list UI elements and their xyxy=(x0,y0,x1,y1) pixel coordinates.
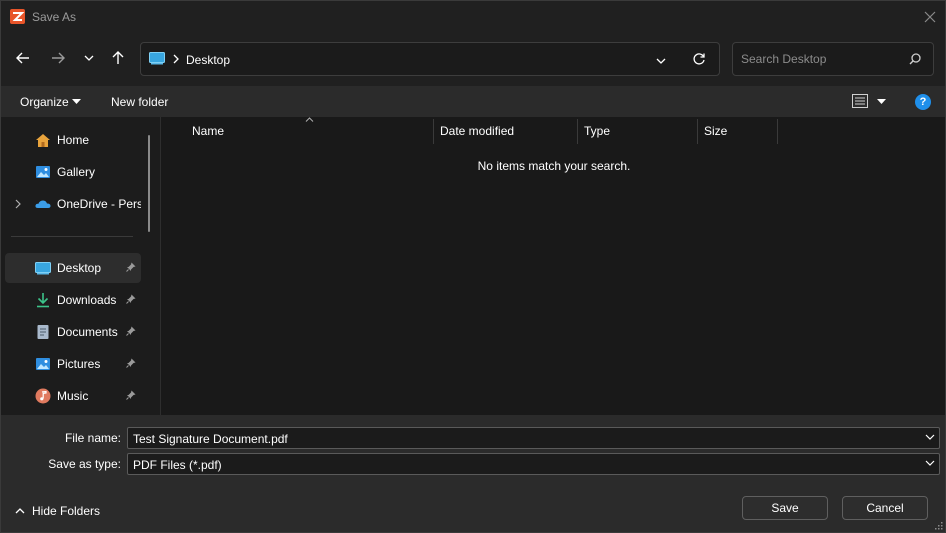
column-header-size[interactable]: Size xyxy=(704,124,727,138)
save-options-panel: File name: Test Signature Document.pdf S… xyxy=(1,415,945,532)
address-location: Desktop xyxy=(186,53,231,67)
title-bar: Save As xyxy=(1,1,945,32)
view-options-icon[interactable] xyxy=(852,94,868,108)
chevron-down-icon xyxy=(84,55,94,61)
navigation-pane: Home Gallery OneDrive - Personal Desktop… xyxy=(1,117,160,415)
gallery-icon xyxy=(36,166,50,178)
chevron-right-icon xyxy=(173,54,179,64)
arrow-up-icon xyxy=(112,51,124,64)
sidebar-item-label: Music xyxy=(57,389,89,403)
sidebar-item-label: OneDrive - Personal xyxy=(57,197,141,211)
save-button[interactable]: Save xyxy=(742,496,828,520)
caret-down-icon[interactable] xyxy=(72,99,81,104)
window-title: Save As xyxy=(32,10,77,24)
new-folder-button[interactable]: New folder xyxy=(111,95,168,109)
column-header-type[interactable]: Type xyxy=(584,124,610,138)
save-as-dialog: Save As Desktop Search Desktop Organize … xyxy=(0,0,946,533)
file-list: Name Date modified Type Size No items ma… xyxy=(161,117,945,415)
sidebar-item-label: Gallery xyxy=(57,165,96,179)
save-as-type-value: PDF Files (*.pdf) xyxy=(133,458,222,472)
arrow-left-icon xyxy=(16,52,29,64)
back-button[interactable] xyxy=(11,46,35,70)
sidebar-item-documents[interactable]: Documents xyxy=(5,317,141,347)
search-box[interactable] xyxy=(732,42,934,76)
pin-icon[interactable] xyxy=(126,358,136,368)
pin-icon[interactable] xyxy=(126,294,136,304)
downloads-icon xyxy=(37,293,49,308)
hide-folders-button[interactable]: Hide Folders xyxy=(32,504,100,518)
resize-grip-icon[interactable] xyxy=(935,522,943,530)
navigation-bar: Desktop xyxy=(1,32,945,86)
cancel-button[interactable]: Cancel xyxy=(842,496,928,520)
close-button[interactable] xyxy=(915,1,945,32)
empty-list-message: No items match your search. xyxy=(477,159,631,173)
search-icon[interactable] xyxy=(909,53,921,65)
documents-icon xyxy=(37,325,49,339)
column-header-name[interactable]: Name xyxy=(192,124,224,138)
pin-icon[interactable] xyxy=(126,326,136,336)
help-button[interactable]: ? xyxy=(915,94,931,110)
pin-icon[interactable] xyxy=(126,390,136,400)
file-name-label: File name: xyxy=(64,431,121,445)
column-header-date-modified[interactable]: Date modified xyxy=(440,124,514,138)
desktop-icon xyxy=(35,262,51,275)
forward-button[interactable] xyxy=(46,46,70,70)
sidebar-item-pictures[interactable]: Pictures xyxy=(5,349,141,379)
refresh-icon[interactable] xyxy=(692,52,706,66)
sidebar-item-music[interactable]: Music xyxy=(5,381,141,411)
music-icon xyxy=(35,388,51,404)
onedrive-icon xyxy=(35,200,51,208)
file-name-field[interactable]: Test Signature Document.pdf xyxy=(127,427,940,449)
app-icon xyxy=(10,9,25,24)
pin-icon[interactable] xyxy=(126,262,136,272)
sidebar-item-home[interactable]: Home xyxy=(5,125,141,155)
column-separator[interactable] xyxy=(777,119,778,144)
chevron-right-icon[interactable] xyxy=(15,199,21,209)
caret-down-icon[interactable] xyxy=(877,99,886,104)
file-name-value: Test Signature Document.pdf xyxy=(133,432,288,446)
sidebar-item-onedrive[interactable]: OneDrive - Personal xyxy=(5,189,141,219)
sidebar-item-label: Home xyxy=(57,133,90,147)
sidebar-divider xyxy=(11,236,133,237)
chevron-down-icon[interactable] xyxy=(925,434,935,440)
sidebar-item-desktop[interactable]: Desktop xyxy=(5,253,141,283)
arrow-right-icon xyxy=(52,52,65,64)
column-separator[interactable] xyxy=(433,119,434,144)
search-input[interactable] xyxy=(741,52,901,66)
up-button[interactable] xyxy=(106,46,130,70)
organize-button[interactable]: Organize xyxy=(20,95,69,109)
home-icon xyxy=(36,134,50,147)
column-separator[interactable] xyxy=(697,119,698,144)
chevron-down-icon[interactable] xyxy=(925,460,935,466)
sidebar-scrollbar[interactable] xyxy=(148,135,150,232)
desktop-icon xyxy=(149,52,165,65)
close-icon xyxy=(924,11,936,22)
sidebar-item-gallery[interactable]: Gallery xyxy=(5,157,141,187)
save-as-type-label: Save as type: xyxy=(48,457,121,471)
column-separator[interactable] xyxy=(577,119,578,144)
recent-locations-button[interactable] xyxy=(77,46,101,70)
pictures-icon xyxy=(36,358,50,370)
chevron-up-icon[interactable] xyxy=(15,508,25,514)
sidebar-item-label: Pictures xyxy=(57,357,101,371)
sidebar-item-label: Documents xyxy=(57,325,118,339)
sidebar-item-label: Downloads xyxy=(57,293,117,307)
address-bar[interactable]: Desktop xyxy=(140,42,720,76)
address-dropdown-icon[interactable] xyxy=(656,58,666,64)
sort-ascending-icon xyxy=(305,117,314,122)
command-bar: Organize New folder ? xyxy=(1,86,945,117)
sidebar-item-label: Desktop xyxy=(57,261,102,275)
save-as-type-select[interactable]: PDF Files (*.pdf) xyxy=(127,453,940,475)
sidebar-item-downloads[interactable]: Downloads xyxy=(5,285,141,315)
